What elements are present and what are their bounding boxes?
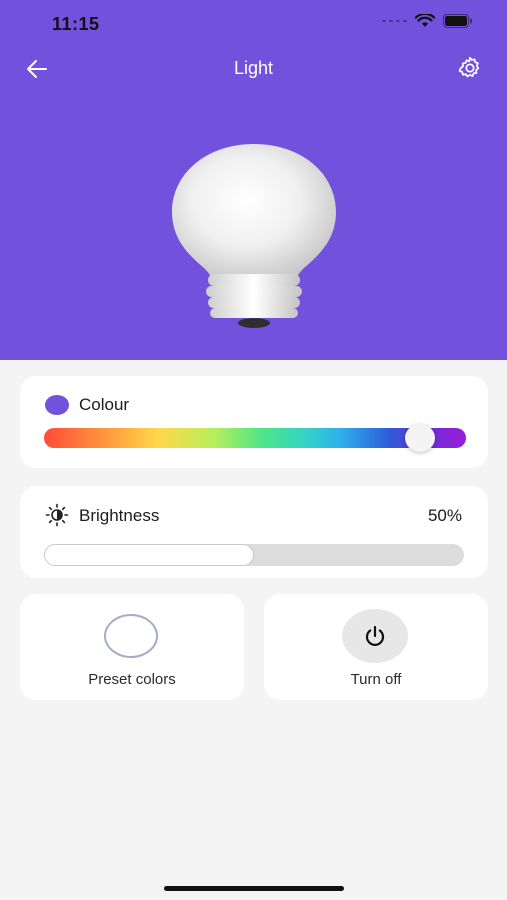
brightness-slider[interactable] (44, 544, 464, 566)
brightness-value: 50% (427, 506, 462, 525)
turn-off-button[interactable]: Turn off (264, 594, 488, 700)
brightness-label: Brightness (79, 506, 160, 525)
status-bar: 11:15 (0, 0, 507, 48)
page-title: Light (233, 58, 274, 78)
gear-icon[interactable] (457, 55, 483, 81)
battery-icon (443, 14, 472, 28)
colour-label: Colour (79, 395, 130, 414)
power-button-circle (342, 609, 408, 663)
brightness-card: Brightness 50% (20, 486, 488, 578)
selected-colour-swatch (45, 395, 69, 415)
light-bulb-image (172, 144, 336, 328)
header-banner: 11:15 Light (0, 0, 507, 360)
signal-icon (382, 20, 407, 22)
preset-colors-label: Preset colors (88, 671, 176, 688)
nav-bar: Light (0, 48, 507, 88)
colour-card: Colour (20, 376, 488, 468)
colour-slider-thumb[interactable] (404, 424, 435, 452)
preset-colors-button[interactable]: Preset colors (20, 594, 244, 700)
turn-off-label: Turn off (350, 671, 402, 688)
status-icons (382, 14, 473, 28)
preset-colors-icon (104, 614, 158, 658)
home-indicator (164, 886, 344, 891)
status-time: 11:15 (52, 14, 100, 34)
brightness-icon (45, 503, 69, 527)
brightness-slider-fill (44, 544, 254, 566)
colour-slider[interactable] (44, 424, 466, 452)
wifi-icon (415, 14, 435, 27)
power-icon (365, 625, 385, 646)
